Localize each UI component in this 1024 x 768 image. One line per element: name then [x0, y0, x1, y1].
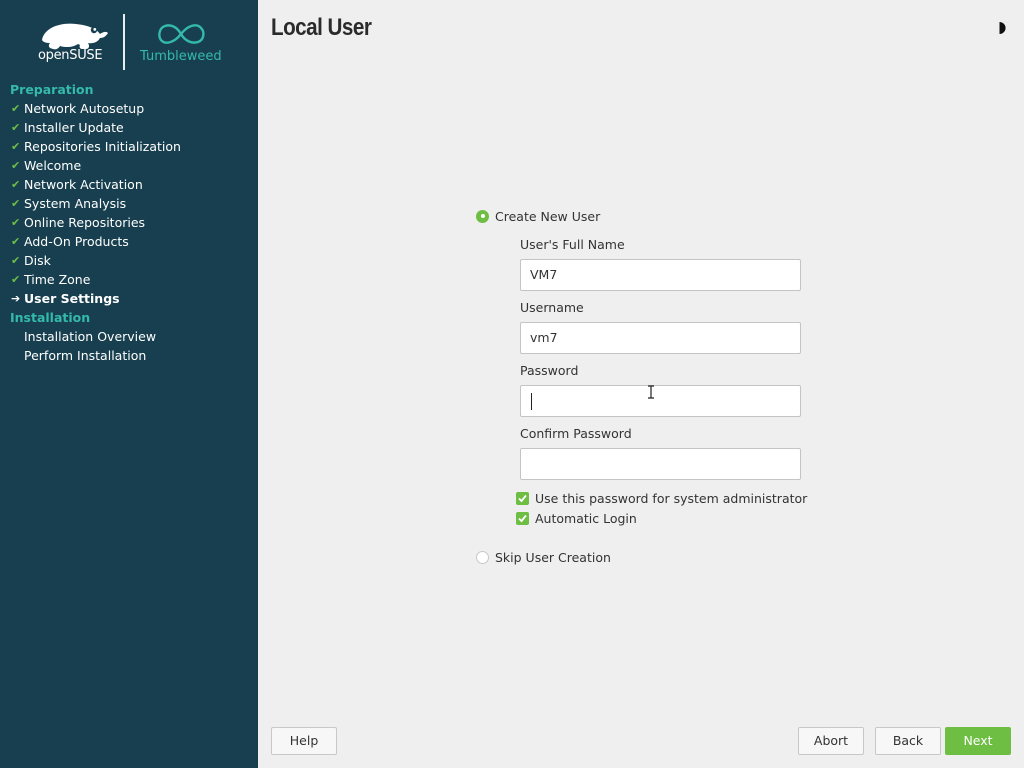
check-icon: ✔ — [11, 121, 21, 134]
create-new-user-option[interactable]: Create New User — [476, 207, 600, 225]
check-icon: ✔ — [11, 273, 21, 286]
step-online-repositories: ✔ Online Repositories — [0, 213, 258, 232]
abort-button[interactable]: Abort — [798, 727, 864, 755]
step-label: Network Activation — [24, 177, 143, 192]
step-label: Online Repositories — [24, 215, 146, 230]
step-label: Disk — [24, 253, 51, 268]
step-perform-installation: Perform Installation — [0, 346, 258, 365]
step-label: Welcome — [24, 158, 82, 173]
step-label: System Analysis — [24, 196, 127, 211]
step-system-analysis: ✔ System Analysis — [0, 194, 258, 213]
text-caret — [531, 393, 532, 410]
next-button[interactable]: Next — [945, 727, 1011, 755]
username-field[interactable]: vm7 — [520, 322, 801, 354]
check-icon: ✔ — [11, 102, 21, 115]
logo-area: openSUSE Tumbleweed — [0, 0, 258, 78]
back-button[interactable]: Back — [875, 727, 941, 755]
help-button[interactable]: Help — [271, 727, 337, 755]
full-name-field[interactable]: VM7 — [520, 259, 801, 291]
installation-steps: Preparation ✔ Network Autosetup ✔ Installe… — [0, 80, 258, 365]
logo-divider — [123, 14, 125, 70]
password-label: Password — [520, 363, 579, 378]
step-user-settings: ➔ User Settings — [0, 289, 258, 308]
use-for-admin-checkbox[interactable] — [516, 491, 529, 505]
check-icon: ✔ — [11, 216, 21, 229]
username-value: vm7 — [530, 330, 558, 345]
skip-user-creation-radio[interactable] — [476, 550, 489, 564]
check-icon: ✔ — [11, 159, 21, 172]
check-icon: ✔ — [11, 178, 21, 191]
text-cursor-icon — [648, 385, 654, 399]
step-label: Repositories Initialization — [24, 139, 181, 154]
main-panel: Local User Create New User User's Full N… — [258, 0, 1024, 768]
step-label: User Settings — [24, 291, 120, 306]
check-icon: ✔ — [11, 254, 21, 267]
create-new-user-label: Create New User — [495, 208, 601, 224]
check-icon: ✔ — [11, 197, 21, 210]
tumbleweed-wordmark: Tumbleweed — [140, 49, 222, 64]
step-group-installation: Installation — [10, 310, 91, 325]
step-welcome: ✔ Welcome — [0, 156, 258, 175]
tumbleweed-infinity-icon — [158, 24, 205, 44]
use-for-admin-option[interactable]: Use this password for system administrat… — [516, 490, 807, 506]
password-field[interactable] — [520, 385, 801, 417]
page-title: Local User — [271, 14, 372, 41]
confirm-password-label: Confirm Password — [520, 426, 632, 441]
step-network-autosetup: ✔ Network Autosetup — [0, 99, 258, 118]
full-name-value: VM7 — [530, 267, 558, 282]
step-label: Network Autosetup — [24, 101, 145, 116]
theme-toggle-icon[interactable] — [993, 21, 1007, 35]
sidebar: openSUSE Tumbleweed Preparation ✔ Network… — [0, 0, 258, 768]
use-for-admin-label: Use this password for system administrat… — [535, 490, 808, 506]
step-label: Installation Overview — [24, 329, 157, 344]
full-name-label: User's Full Name — [520, 237, 625, 252]
step-label: Perform Installation — [24, 348, 147, 363]
username-label: Username — [520, 300, 584, 315]
step-group-preparation: Preparation — [10, 82, 94, 97]
automatic-login-checkbox[interactable] — [516, 511, 529, 525]
step-network-activation: ✔ Network Activation — [0, 175, 258, 194]
step-repositories-initialization: ✔ Repositories Initialization — [0, 137, 258, 156]
confirm-password-field[interactable] — [520, 448, 801, 480]
automatic-login-option[interactable]: Automatic Login — [516, 510, 637, 526]
step-time-zone: ✔ Time Zone — [0, 270, 258, 289]
check-icon: ✔ — [11, 235, 21, 248]
step-installer-update: ✔ Installer Update — [0, 118, 258, 137]
skip-user-creation-label: Skip User Creation — [495, 549, 611, 565]
step-installation-overview: Installation Overview — [0, 327, 258, 346]
step-label: Add-On Products — [24, 234, 129, 249]
automatic-login-label: Automatic Login — [535, 510, 637, 526]
opensuse-wordmark: openSUSE — [38, 48, 103, 63]
create-new-user-radio[interactable] — [476, 209, 489, 223]
check-icon: ✔ — [11, 140, 21, 153]
step-add-on-products: ✔ Add-On Products — [0, 232, 258, 251]
step-label: Time Zone — [24, 272, 91, 287]
skip-user-creation-option[interactable]: Skip User Creation — [476, 548, 611, 566]
checkmark-icon — [518, 514, 527, 522]
step-label: Installer Update — [24, 120, 124, 135]
checkmark-icon — [518, 494, 527, 502]
arrow-right-icon: ➔ — [11, 292, 21, 305]
step-disk: ✔ Disk — [0, 251, 258, 270]
